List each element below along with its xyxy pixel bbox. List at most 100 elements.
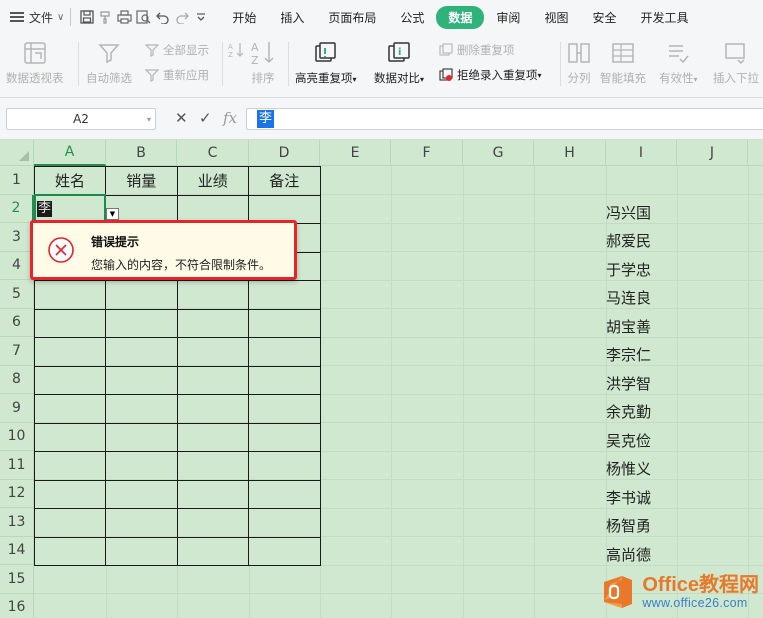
list-item[interactable]: 杨惟义 [606,455,666,484]
print-icon[interactable] [115,7,134,27]
row-header-12[interactable]: 12 [0,479,34,508]
list-item[interactable]: 杨智勇 [606,512,666,541]
table-cell[interactable] [34,308,106,338]
table-cell[interactable] [176,394,249,424]
row-header-13[interactable]: 13 [0,508,34,537]
table-cell[interactable] [34,337,106,367]
fx-icon[interactable]: fx [223,109,237,127]
table-cell[interactable] [248,337,321,367]
table-cell[interactable] [248,536,321,566]
table-cell[interactable] [176,422,249,452]
column-header-f[interactable]: F [391,140,463,166]
table-cell[interactable] [176,479,249,509]
table-cell[interactable] [105,479,178,509]
show-all-button[interactable]: 全部显示 [144,42,209,58]
list-item[interactable]: 余克勤 [606,398,666,427]
table-cell[interactable] [248,394,321,424]
cell-dropdown-button[interactable]: ▼ [106,208,119,220]
table-cell[interactable] [34,451,106,481]
table-cell[interactable] [176,280,249,310]
row-header-3[interactable]: 3 [0,223,34,252]
validation-button[interactable]: 有效性▾ [659,40,698,86]
print-preview-icon[interactable] [134,7,153,27]
row-header-14[interactable]: 14 [0,536,34,565]
cancel-icon[interactable]: ✕ [175,109,188,127]
row-header-4[interactable]: 4 [0,251,34,280]
list-item[interactable]: 郝爱民 [606,227,666,256]
table-cell[interactable] [176,308,249,338]
table-cell[interactable] [105,394,178,424]
table-cell[interactable] [34,479,106,509]
tab-review[interactable]: 审阅 [484,6,532,29]
tab-data[interactable]: 数据 [436,5,485,29]
list-item[interactable]: 李书诚 [606,483,666,512]
save-icon[interactable] [77,7,96,27]
column-header-a[interactable]: A [34,140,106,166]
formula-input[interactable]: 李 [246,108,763,130]
file-menu[interactable]: 文件 ∨ [0,9,64,26]
tab-formulas[interactable]: 公式 [388,6,436,29]
tab-security[interactable]: 安全 [580,6,628,29]
format-painter-icon[interactable] [96,7,115,27]
sort-ascending-button[interactable]: AZ [228,42,247,58]
table-cell[interactable] [34,508,106,538]
name-box[interactable]: A2 ▾ [6,108,156,130]
auto-filter-button[interactable]: 自动筛选 [86,40,132,86]
table-header-cell[interactable]: 业绩 [176,166,249,196]
list-item[interactable]: 洪学智 [606,369,666,398]
customize-toolbar-icon[interactable] [191,7,210,27]
row-header-2[interactable]: 2 [0,194,34,223]
table-cell[interactable] [34,280,106,310]
row-header-10[interactable]: 10 [0,422,34,451]
table-cell[interactable] [105,337,178,367]
table-header-cell[interactable]: 销量 [105,166,178,196]
table-cell[interactable] [248,451,321,481]
row-header-16[interactable]: 16 [0,593,34,618]
table-cell[interactable] [34,365,106,395]
row-header-5[interactable]: 5 [0,280,34,309]
table-cell[interactable] [248,422,321,452]
column-header-b[interactable]: B [106,140,177,166]
list-item[interactable]: 胡宝善 [606,312,666,341]
undo-icon[interactable] [153,7,172,27]
tab-developer[interactable]: 开发工具 [628,6,700,29]
remove-duplicates-button[interactable]: 删除重复项 [438,42,515,58]
confirm-icon[interactable]: ✓ [199,109,212,127]
table-header-cell[interactable]: 姓名 [34,166,106,196]
table-cell[interactable] [105,308,178,338]
flash-fill-button[interactable]: 智能填充 [600,40,646,86]
table-cell[interactable] [248,508,321,538]
table-cell[interactable] [176,365,249,395]
column-header-d[interactable]: D [249,140,320,166]
table-cell[interactable] [105,280,178,310]
table-cell[interactable] [105,451,178,481]
table-cell[interactable] [248,280,321,310]
list-item[interactable]: 于学忠 [606,255,666,284]
column-header-c[interactable]: C [177,140,249,166]
row-header-9[interactable]: 9 [0,394,34,423]
reapply-button[interactable]: 重新应用 [144,67,209,83]
list-item[interactable]: 冯兴国 [606,198,666,227]
name-box-dropdown-icon[interactable]: ▾ [147,115,151,124]
column-header-h[interactable]: H [534,140,606,166]
tab-insert[interactable]: 插入 [268,6,316,29]
table-header-cell[interactable]: 备注 [248,166,321,196]
row-header-15[interactable]: 15 [0,565,34,594]
select-all-corner[interactable] [0,140,34,166]
row-header-8[interactable]: 8 [0,365,34,394]
reject-duplicates-button[interactable]: 拒绝录入重复项 ▾ [438,67,542,83]
data-compare-button[interactable]: i 数据对比▾ [374,40,424,86]
row-header-11[interactable]: 11 [0,451,34,480]
table-cell[interactable] [176,508,249,538]
column-header-g[interactable]: G [463,140,534,166]
column-header-i[interactable]: I [606,140,677,166]
list-item[interactable]: 高尚德 [606,540,666,569]
column-header-e[interactable]: E [320,140,391,166]
list-item[interactable]: 吴克俭 [606,426,666,455]
table-cell[interactable] [105,508,178,538]
sort-button[interactable]: AZ 排序 [250,40,276,86]
table-cell[interactable] [34,536,106,566]
table-cell[interactable] [105,365,178,395]
table-cell[interactable] [105,536,178,566]
row-header-7[interactable]: 7 [0,337,34,366]
